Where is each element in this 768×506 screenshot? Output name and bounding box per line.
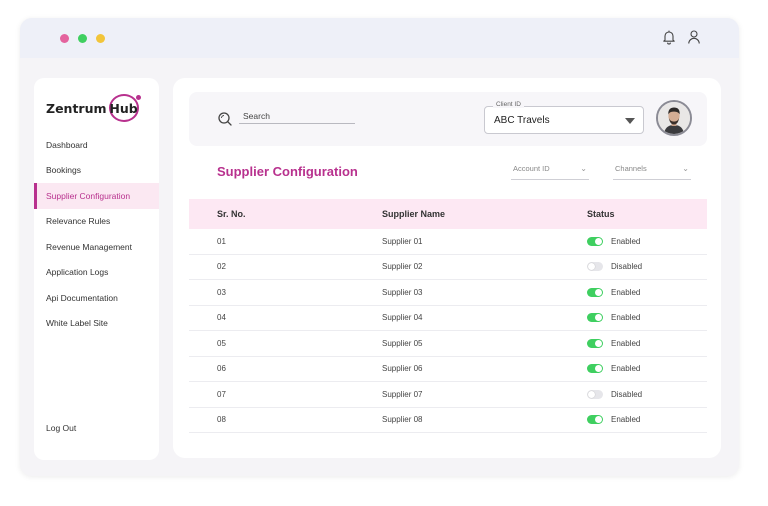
status-cell: Enabled [587,287,707,297]
status-text: Enabled [611,364,641,374]
supplier-name-cell: Supplier 06 [382,364,423,374]
logo-hub-badge: Hub [108,94,141,122]
top-bar: Client ID ABC Travels [189,92,707,146]
status-cell: Enabled [587,313,707,323]
status-text: Disabled [611,389,643,399]
status-text: Enabled [611,338,641,348]
status-toggle[interactable] [587,236,603,246]
close-window-dot[interactable] [60,34,69,43]
sidebar-item-api-documentation[interactable]: Api Documentation [34,285,159,311]
app-window: Zentrum Hub Dashboard Bookings Supplier … [20,18,739,476]
sidebar-item-relevance-rules[interactable]: Relevance Rules [34,209,159,235]
supplier-name-cell: Supplier 02 [382,262,423,272]
bell-icon[interactable] [661,29,677,45]
client-id-value: ABC Travels [494,115,550,126]
account-id-filter-label: Account ID [513,164,550,173]
sr-no-cell: 07 [217,389,226,399]
column-header-sr-no: Sr. No. [217,209,246,219]
avatar[interactable] [656,100,692,136]
status-cell: Disabled [587,262,707,272]
search-icon[interactable] [217,111,233,127]
status-toggle[interactable] [587,338,603,348]
sr-no-cell: 02 [217,262,226,272]
table-header: Sr. No. Supplier Name Status [189,199,707,229]
sr-no-cell: 05 [217,338,226,348]
chevron-down-icon: ⌄ [682,164,689,173]
status-toggle[interactable] [587,364,603,374]
sidebar-item-supplier-configuration[interactable]: Supplier Configuration [34,183,159,209]
status-cell: Enabled [587,236,707,246]
sidebar-item-bookings[interactable]: Bookings [34,158,159,184]
table-row: 01 Supplier 01 Enabled [189,229,707,255]
table-row: 04 Supplier 04 Enabled [189,306,707,331]
status-text: Enabled [611,287,641,297]
main-panel: Client ID ABC Travels Supplier Configura… [173,78,721,458]
status-toggle[interactable] [587,389,603,399]
page-title: Supplier Configuration [217,164,358,179]
table-row: 02 Supplier 02 Disabled [189,255,707,280]
sidebar-item-application-logs[interactable]: Application Logs [34,260,159,286]
account-id-filter[interactable]: Account ID ⌄ [511,164,589,180]
logout-link[interactable]: Log Out [46,423,76,433]
client-id-select[interactable]: Client ID ABC Travels [484,101,644,134]
column-header-status: Status [587,209,615,219]
status-toggle[interactable] [587,415,603,425]
supplier-name-cell: Supplier 03 [382,287,423,297]
sr-no-cell: 08 [217,415,226,425]
supplier-name-cell: Supplier 04 [382,313,423,323]
supplier-name-cell: Supplier 05 [382,338,423,348]
supplier-name-cell: Supplier 07 [382,389,423,399]
status-toggle[interactable] [587,262,603,272]
sidebar: Zentrum Hub Dashboard Bookings Supplier … [34,78,159,460]
channels-filter-label: Channels [615,164,647,173]
sidebar-item-dashboard[interactable]: Dashboard [34,132,159,158]
status-cell: Enabled [587,364,707,374]
column-header-supplier-name: Supplier Name [382,209,446,219]
sr-no-cell: 01 [217,236,226,246]
supplier-name-cell: Supplier 08 [382,415,423,425]
chevron-down-icon: ⌄ [580,164,587,173]
status-toggle[interactable] [587,313,603,323]
maximize-window-dot[interactable] [78,34,87,43]
table-row: 07 Supplier 07 Disabled [189,382,707,408]
caret-down-icon [625,118,635,124]
title-bar [20,18,739,58]
minimize-window-dot[interactable] [96,34,105,43]
sidebar-item-revenue-management[interactable]: Revenue Management [34,234,159,260]
logo-hub-text: Hub [109,100,138,116]
supplier-name-cell: Supplier 01 [382,236,423,246]
sr-no-cell: 04 [217,313,226,323]
sidebar-item-white-label-site[interactable]: White Label Site [34,311,159,337]
status-toggle[interactable] [587,287,603,297]
client-id-label: Client ID [493,101,524,108]
table-row: 05 Supplier 05 Enabled [189,331,707,357]
table-row: 03 Supplier 03 Enabled [189,280,707,306]
status-cell: Enabled [587,415,707,425]
supplier-table: Sr. No. Supplier Name Status 01 Supplier… [189,199,707,433]
table-row: 08 Supplier 08 Enabled [189,408,707,433]
search-field [239,106,355,125]
table-row: 06 Supplier 06 Enabled [189,357,707,382]
search-input[interactable] [239,107,355,125]
app-logo[interactable]: Zentrum Hub [46,94,141,122]
status-cell: Enabled [587,338,707,348]
status-text: Enabled [611,415,641,425]
logo-text: Zentrum [46,100,107,116]
sr-no-cell: 03 [217,287,226,297]
status-cell: Disabled [587,389,707,399]
user-icon[interactable] [686,29,702,45]
status-text: Disabled [611,262,643,272]
channels-filter[interactable]: Channels ⌄ [613,164,691,180]
status-text: Enabled [611,313,641,323]
status-text: Enabled [611,236,641,246]
sidebar-nav: Dashboard Bookings Supplier Configuratio… [34,132,159,336]
sr-no-cell: 06 [217,364,226,374]
